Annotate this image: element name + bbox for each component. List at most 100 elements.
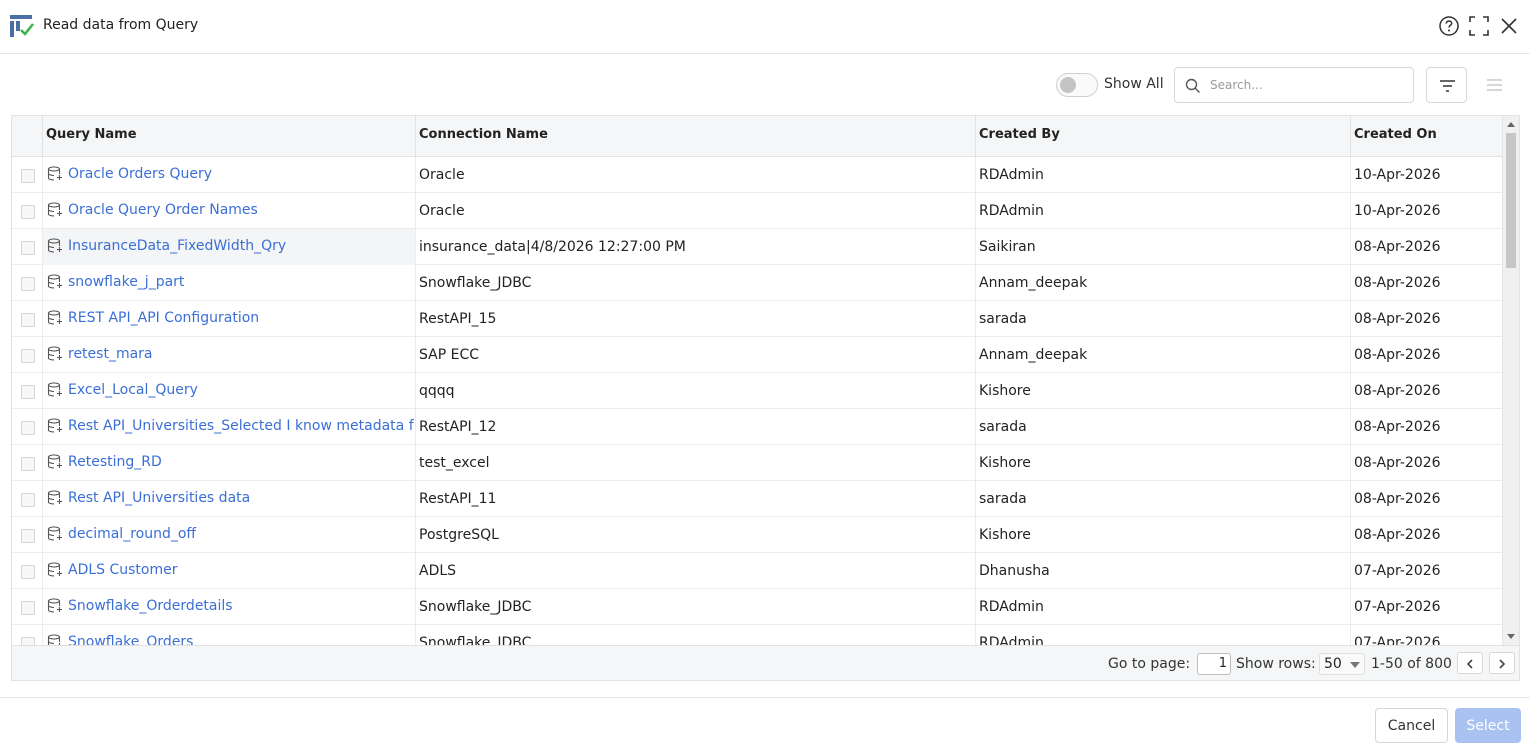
maximize-icon[interactable] xyxy=(1468,15,1490,37)
filter-icon xyxy=(1440,80,1455,92)
query-name-link[interactable]: decimal_round_off xyxy=(68,526,196,542)
cell-select xyxy=(12,445,43,481)
page-number-input[interactable]: 1 xyxy=(1197,653,1231,675)
cell-created-on: 07-Apr-2026 xyxy=(1351,589,1502,625)
cell-created-by: Annam_deepak xyxy=(976,265,1351,301)
table-row[interactable]: InsuranceData_FixedWidth_Qry insurance_da… xyxy=(12,229,1502,265)
cell-created-on-text: 08-Apr-2026 xyxy=(1354,455,1441,471)
row-checkbox[interactable] xyxy=(21,169,35,183)
column-header-connection-name[interactable]: Connection Name xyxy=(416,116,976,157)
row-checkbox[interactable] xyxy=(21,529,35,543)
cancel-button[interactable]: Cancel xyxy=(1375,708,1448,743)
query-icon xyxy=(47,202,62,217)
cell-connection-name: PostgreSQL xyxy=(416,517,976,553)
query-name-link[interactable]: snowflake_j_part xyxy=(68,274,184,290)
table-row[interactable]: Oracle Query Order Names Oracle RDAdmin 10-… xyxy=(12,193,1502,229)
row-checkbox[interactable] xyxy=(21,241,35,255)
query-name-link[interactable]: Snowflake_Orderdetails xyxy=(68,598,233,614)
cell-created-on: 08-Apr-2026 xyxy=(1351,373,1502,409)
column-header-created-on[interactable]: Created On xyxy=(1351,116,1502,157)
next-page-button[interactable] xyxy=(1489,652,1515,674)
row-checkbox[interactable] xyxy=(21,313,35,327)
cell-connection-name: qqqq xyxy=(416,373,976,409)
row-checkbox[interactable] xyxy=(21,565,35,579)
filter-button[interactable] xyxy=(1426,67,1467,103)
query-icon xyxy=(47,598,62,613)
row-checkbox[interactable] xyxy=(21,385,35,399)
cell-created-on-text: 10-Apr-2026 xyxy=(1354,203,1441,219)
row-checkbox[interactable] xyxy=(21,421,35,435)
query-name-link[interactable]: REST API_API Configuration xyxy=(68,310,259,326)
query-name-link[interactable]: ADLS Customer xyxy=(68,562,178,578)
select-button[interactable]: Select xyxy=(1455,708,1521,743)
query-name-link[interactable]: Oracle Query Order Names xyxy=(68,202,258,218)
cell-query-name: Oracle Orders Query xyxy=(43,157,416,193)
cell-select xyxy=(12,157,43,193)
cell-query-name: Snowflake_Orderdetails xyxy=(43,589,416,625)
close-icon[interactable] xyxy=(1498,15,1520,37)
row-checkbox[interactable] xyxy=(21,637,35,645)
cell-connection-name-text: Snowflake_JDBC xyxy=(419,599,532,615)
column-header-query-name[interactable]: Query Name xyxy=(43,116,416,157)
vertical-scrollbar[interactable] xyxy=(1502,116,1519,645)
cell-created-on-text: 08-Apr-2026 xyxy=(1354,239,1441,255)
table-row[interactable]: Snowflake_Orders Snowflake_JDBC RDAdmin 07-… xyxy=(12,625,1502,645)
search-box[interactable] xyxy=(1174,67,1414,103)
query-icon xyxy=(47,526,62,541)
row-checkbox[interactable] xyxy=(21,205,35,219)
row-checkbox[interactable] xyxy=(21,457,35,471)
table-row[interactable]: REST API_API Configuration RestAPI_15 sara… xyxy=(12,301,1502,337)
cell-connection-name-text: Oracle xyxy=(419,167,465,183)
cell-connection-name: RestAPI_12 xyxy=(416,409,976,445)
scroll-thumb[interactable] xyxy=(1506,133,1516,268)
cell-created-on: 08-Apr-2026 xyxy=(1351,265,1502,301)
row-checkbox[interactable] xyxy=(21,493,35,507)
query-name-link[interactable]: Oracle Orders Query xyxy=(68,166,212,182)
cell-query-name: Retesting_RD xyxy=(43,445,416,481)
search-input[interactable] xyxy=(1210,76,1405,94)
table-row[interactable]: Oracle Orders Query Oracle RDAdmin 10-Apr-2… xyxy=(12,157,1502,193)
cell-select xyxy=(12,337,43,373)
table-row[interactable]: decimal_round_off PostgreSQL Kishore 08-Apr… xyxy=(12,517,1502,553)
show-all-toggle[interactable] xyxy=(1056,73,1098,97)
cell-created-on-text: 08-Apr-2026 xyxy=(1354,347,1441,363)
table-row[interactable]: snowflake_j_part Snowflake_JDBC Annam_deep… xyxy=(12,265,1502,301)
cell-created-by-text: Saikiran xyxy=(979,239,1036,255)
scroll-down-icon[interactable] xyxy=(1506,631,1516,641)
cell-created-by: Kishore xyxy=(976,373,1351,409)
cell-created-on-text: 07-Apr-2026 xyxy=(1354,563,1441,579)
table-row[interactable]: Snowflake_Orderdetails Snowflake_JDBC RDAd… xyxy=(12,589,1502,625)
row-checkbox[interactable] xyxy=(21,277,35,291)
query-name-link[interactable]: Rest API_Universities data xyxy=(68,490,250,506)
cell-created-on: 10-Apr-2026 xyxy=(1351,193,1502,229)
column-header-created-by[interactable]: Created By xyxy=(976,116,1351,157)
cell-connection-name: ADLS xyxy=(416,553,976,589)
help-icon[interactable] xyxy=(1438,15,1460,37)
table-row[interactable]: Rest API_Universities_Selected I know me… xyxy=(12,409,1502,445)
table-row[interactable]: retest_mara SAP ECC Annam_deepak 08-Apr-202… xyxy=(12,337,1502,373)
query-name-link[interactable]: InsuranceData_FixedWidth_Qry xyxy=(68,238,286,254)
query-name-link[interactable]: Rest API_Universities_Selected I know me… xyxy=(68,418,414,434)
query-grid: Query Name Connection Name Created By Cr… xyxy=(11,115,1520,681)
cell-created-by-text: sarada xyxy=(979,491,1027,507)
rows-per-page-select[interactable]: 50 xyxy=(1319,653,1365,675)
scroll-up-icon[interactable] xyxy=(1506,120,1516,130)
grid-body: Oracle Orders Query Oracle RDAdmin 10-Apr-2… xyxy=(12,157,1502,645)
query-name-link[interactable]: Excel_Local_Query xyxy=(68,382,198,398)
table-row[interactable]: Retesting_RD test_excel Kishore 08-Apr-2026 xyxy=(12,445,1502,481)
query-name-link[interactable]: Snowflake_Orders xyxy=(68,634,193,645)
table-row[interactable]: Excel_Local_Query qqqq Kishore 08-Apr-2026 xyxy=(12,373,1502,409)
cell-created-by-text: Annam_deepak xyxy=(979,275,1088,291)
menu-button[interactable] xyxy=(1474,67,1515,103)
row-checkbox[interactable] xyxy=(21,601,35,615)
table-row[interactable]: ADLS Customer ADLS Dhanusha 07-Apr-2026 xyxy=(12,553,1502,589)
row-checkbox[interactable] xyxy=(21,349,35,363)
table-row[interactable]: Rest API_Universities data RestAPI_11 sara… xyxy=(12,481,1502,517)
cell-query-name: snowflake_j_part xyxy=(43,265,416,301)
cell-select xyxy=(12,373,43,409)
query-icon xyxy=(47,418,62,433)
query-name-link[interactable]: Retesting_RD xyxy=(68,454,162,470)
query-name-link[interactable]: retest_mara xyxy=(68,346,153,362)
cell-connection-name: test_excel xyxy=(416,445,976,481)
prev-page-button[interactable] xyxy=(1457,652,1483,674)
